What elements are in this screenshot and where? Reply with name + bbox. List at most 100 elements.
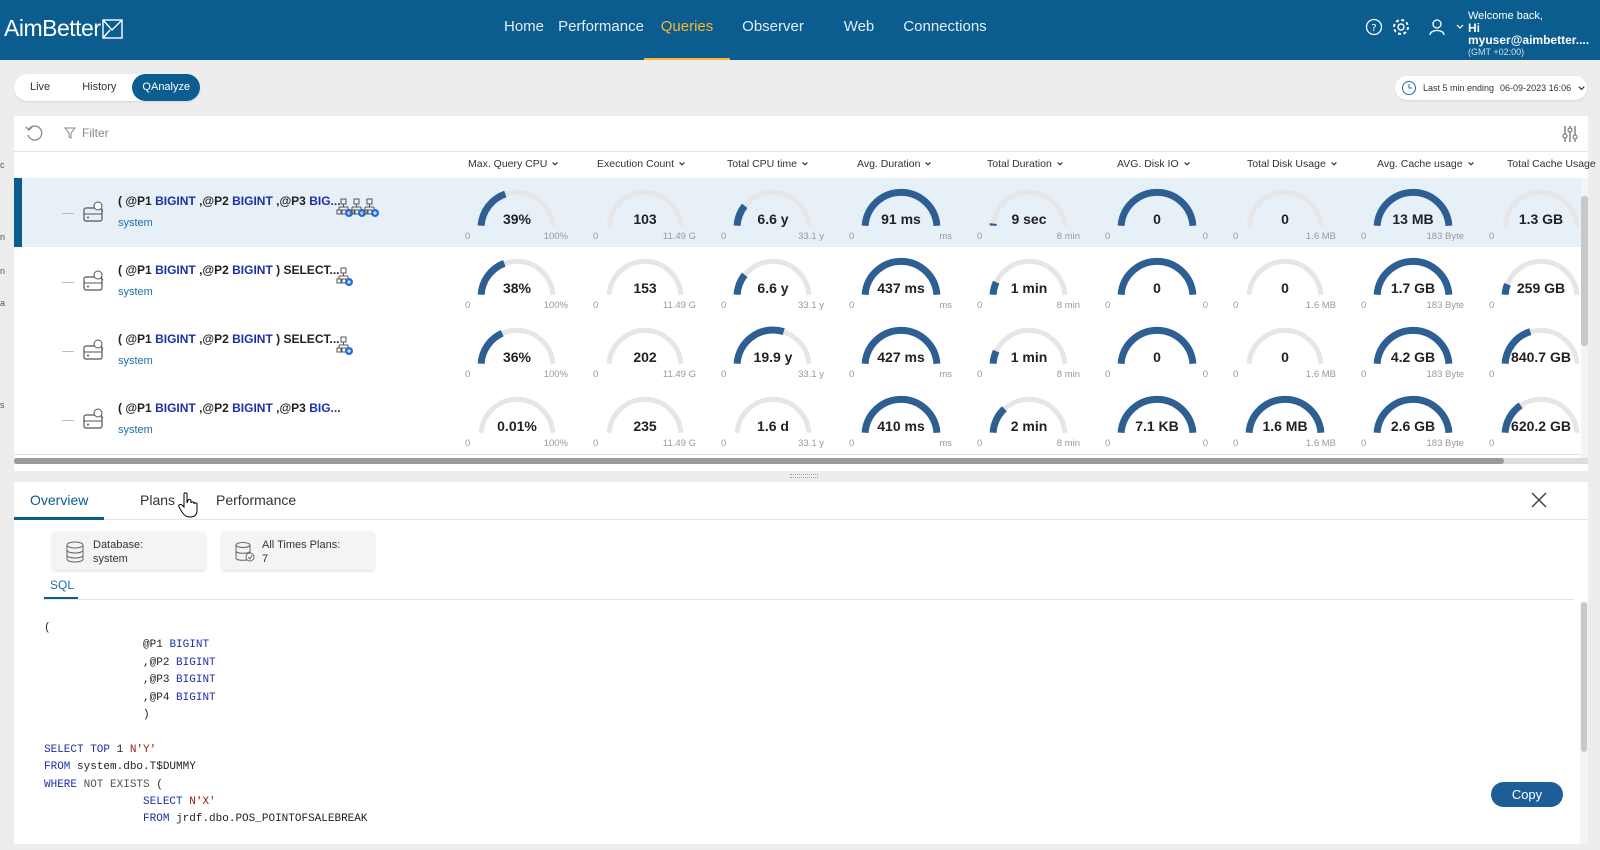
scroll-thumb[interactable] [1581,602,1587,752]
query-token: ,@P2 [199,332,233,346]
tab-overview[interactable]: Overview [30,492,88,508]
nav-performance[interactable]: Performance [558,0,644,60]
nav-web[interactable]: Web [816,0,902,60]
gauge-min: 0 [1233,438,1239,449]
table-row[interactable]: ( @P1 BIGINT ,@P2 BIGINT ) SELECT... syst… [14,316,1588,386]
column-settings-icon[interactable] [1560,124,1580,144]
gauge-min: 0 [1489,369,1495,380]
query-database: system [118,217,153,229]
nav-connections[interactable]: Connections [902,0,988,60]
execution-plan-icon[interactable] [336,336,357,356]
table-horizontal-scrollbar[interactable] [14,458,1588,464]
refresh-icon[interactable] [24,123,44,143]
mode-history[interactable]: History [66,74,132,101]
tab-sql[interactable]: SQL [50,578,74,592]
tab-plans[interactable]: Plans [140,492,175,508]
col-label: Max. Query CPU [468,158,548,170]
copy-button[interactable]: Copy [1491,782,1563,807]
chevron-down-icon[interactable] [1455,22,1465,32]
query-token: ,@P2 [199,401,233,415]
query-token: ) SELECT... [276,332,340,346]
table-row[interactable]: ( @P1 BIGINT ,@P2 BIGINT ) SELECT... syst… [14,247,1588,317]
metric-gauge: 36% 0 100% [462,322,572,382]
scroll-thumb[interactable] [1581,196,1588,346]
gauge-value: 235 [633,418,657,434]
metric-gauge: 0 0 0 [1102,322,1212,382]
metric-gauge: 235 0 11.49 G [590,391,700,451]
time-range-selector[interactable]: Last 5 min ending 06-09-2023 16:06 [1395,76,1587,100]
col-label: Avg. Duration [857,158,921,170]
col-avg-duration[interactable]: Avg. Duration [857,158,932,170]
query-token: BIGINT [232,263,273,277]
table-toolbar: Filter [14,116,1588,152]
col-total-disk-usage[interactable]: Total Disk Usage [1247,158,1338,170]
sidebar-fragment: n [0,232,6,242]
all-times-plans-card: All Times Plans: 7 [222,532,374,570]
mode-qanalyze[interactable]: QAnalyze [132,74,201,101]
main-nav: Home Performance Queries Observer Web Co… [490,0,988,60]
gauge-min: 0 [977,231,983,242]
gauge-min: 0 [465,369,471,380]
mode-live[interactable]: Live [14,74,66,101]
gauge-value: 410 ms [877,418,925,434]
col-execution-count[interactable]: Execution Count [597,158,686,170]
help-icon[interactable]: ? [1365,18,1383,36]
gear-icon[interactable] [1391,17,1411,37]
detail-vertical-scrollbar[interactable] [1580,602,1588,844]
metric-gauge: 410 ms 0 ms [846,391,956,451]
server-query-icon [83,201,104,222]
close-icon[interactable] [1530,491,1548,509]
nav-queries[interactable]: Queries [644,0,730,60]
query-text[interactable]: ( @P1 BIGINT ,@P2 BIGINT ) SELECT... [118,263,339,277]
tree-connector [62,282,74,283]
user-info[interactable]: Welcome back, Hi myuser@aimbetter.... (G… [1468,10,1600,58]
execution-plan-icon[interactable] [336,198,383,218]
nav-home[interactable]: Home [490,0,558,60]
detail-tabs: Overview Plans Performance [14,482,1588,520]
filter-label: Filter [82,126,109,140]
col-label: Total Cache Usage [1507,158,1596,170]
user-icon[interactable] [1427,17,1447,37]
gauge-min: 0 [849,231,855,242]
table-row[interactable]: ( @P1 BIGINT ,@P2 BIGINT ,@P3 BIG... sys… [14,385,1588,455]
server-query-icon [83,270,104,291]
gauge-max: 183 Byte [1426,300,1465,311]
scroll-thumb[interactable] [14,458,1504,464]
col-total-cache-usage[interactable]: Total Cache Usage [1507,158,1596,170]
query-text[interactable]: ( @P1 BIGINT ,@P2 BIGINT ,@P3 BIG... [118,194,341,208]
code-token: @P1 [143,639,170,652]
filter-control[interactable]: Filter [64,126,109,140]
metric-gauge: 1.6 MB 0 1.6 MB [1230,391,1340,451]
col-avg-disk-io[interactable]: AVG. Disk IO [1117,158,1191,170]
col-avg-cache-usage[interactable]: Avg. Cache usage [1377,158,1475,170]
table-row[interactable]: ( @P1 BIGINT ,@P2 BIGINT ,@P3 BIG... sys… [14,178,1588,248]
execution-plan-icon[interactable] [336,267,357,287]
gauge-min: 0 [721,369,727,380]
active-tab-indicator [14,517,104,520]
col-total-duration[interactable]: Total Duration [987,158,1064,170]
metric-gauge: 91 ms 0 ms [846,184,956,244]
gauge-value: 437 ms [877,280,925,296]
code-token: system.dbo.T$DUMMY [77,761,196,774]
plans-icon [235,542,255,562]
metric-gauge: 259 GB 0 [1486,253,1596,313]
col-total-cpu-time[interactable]: Total CPU time [727,158,809,170]
panel-resize-handle[interactable] [790,474,818,478]
tab-performance[interactable]: Performance [216,492,296,508]
metric-gauge: 7.1 KB 0 0 [1102,391,1212,451]
query-text[interactable]: ( @P1 BIGINT ,@P2 BIGINT ) SELECT... [118,332,339,346]
col-max-query-cpu[interactable]: Max. Query CPU [468,158,559,170]
code-token: ( [44,622,51,634]
table-vertical-scrollbar[interactable] [1581,178,1588,458]
app-logo[interactable]: AimBetter [4,15,124,42]
query-token: BIGINT [155,401,196,415]
code-token: BIGINT [176,674,216,687]
gauge-value: 0 [1281,349,1289,365]
code-token: ) [143,709,150,722]
query-token: @P1 [125,263,156,277]
top-header: AimBetter Home Performance Queries Obser… [0,0,1600,60]
query-text[interactable]: ( @P1 BIGINT ,@P2 BIGINT ,@P3 BIG... [118,401,341,415]
gauge-value: 1 min [1010,280,1048,296]
gauge-max: 0 [1202,369,1208,380]
nav-observer[interactable]: Observer [730,0,816,60]
